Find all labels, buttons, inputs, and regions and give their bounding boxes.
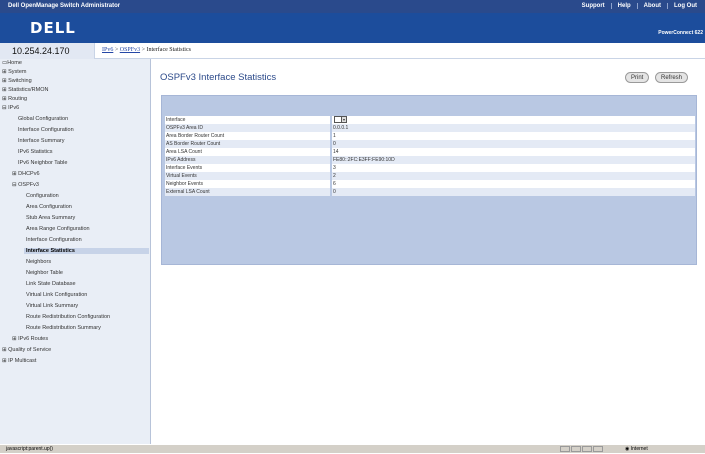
nav-item-link-state-database[interactable]: Link State Database (26, 281, 76, 287)
nav-item-quality-of-service[interactable]: ⊞ Quality of Service (2, 347, 51, 353)
table-row: External LSA Count 0 (165, 188, 695, 196)
nav-item-virtual-link-summary[interactable]: Virtual Link Summary (26, 303, 78, 309)
device-model: PowerConnect 622 (658, 30, 703, 36)
brand-bar: DELL PowerConnect 622 (0, 13, 705, 43)
statistics-panel: Interface ▾ OSPFv3 Area ID 0.0.0.1 Area … (161, 95, 697, 265)
table-row: Interface Events 3 (165, 164, 695, 172)
switch-ip: 10.254.24.170 (12, 46, 70, 56)
chevron-down-icon: ▾ (341, 117, 346, 122)
nav-item-ospf-interface-configuration[interactable]: Interface Configuration (26, 237, 82, 243)
row-label: AS Border Router Count (165, 140, 330, 148)
row-label: Area LSA Count (165, 148, 330, 156)
table-row: AS Border Router Count 0 (165, 140, 695, 148)
support-link[interactable]: Support (576, 3, 611, 9)
row-value: 0.0.0.1 (332, 124, 695, 132)
table-row: Area Border Router Count 1 (165, 132, 695, 140)
nav-item-stub-area-summary[interactable]: Stub Area Summary (26, 215, 75, 221)
app-title: Dell OpenManage Switch Administrator (8, 3, 121, 9)
logout-link[interactable]: Log Out (667, 3, 703, 9)
navigation-tree: ▭Home ⊞ System ⊞ Switching ⊞ Statistics/… (0, 59, 151, 444)
nav-item-neighbors[interactable]: Neighbors (26, 259, 51, 265)
nav-item-ipv6-routes[interactable]: ⊞ IPv6 Routes (12, 336, 48, 342)
row-value: 0 (332, 188, 695, 196)
row-label: IPv6 Address (165, 156, 330, 164)
breadcrumb-ipv6[interactable]: IPv6 (102, 47, 113, 53)
table-row: Neighbor Events 6 (165, 180, 695, 188)
row-value: 3 (332, 164, 695, 172)
nav-item-ipv6-neighbor-table[interactable]: IPv6 Neighbor Table (18, 160, 67, 166)
nav-item-route-redistribution-configuration[interactable]: Route Redistribution Configuration (26, 314, 110, 320)
print-button[interactable]: Print (625, 72, 650, 83)
top-header-bar: Dell OpenManage Switch Administrator Sup… (0, 0, 705, 13)
nav-item-configuration[interactable]: Configuration (26, 193, 59, 199)
nav-item-area-configuration[interactable]: Area Configuration (26, 204, 72, 210)
row-label: Interface Events (165, 164, 330, 172)
row-value: FE80::2FC:E3FF:FE90:10D (332, 156, 695, 164)
nav-item-interface-summary[interactable]: Interface Summary (18, 138, 64, 144)
nav-item-ip-multicast[interactable]: ⊞ IP Multicast (2, 358, 36, 364)
internet-zone: ◉ Internet (625, 446, 648, 452)
nav-item-ipv6-statistics[interactable]: IPv6 Statistics (18, 149, 53, 155)
row-label: Neighbor Events (165, 180, 330, 188)
nav-item-ospfv3[interactable]: ⊟ OSPFv3 (12, 182, 39, 188)
nav-item-switching[interactable]: ⊞ Switching (2, 78, 32, 84)
row-label: Interface (165, 116, 330, 124)
table-row: OSPFv3 Area ID 0.0.0.1 (165, 124, 695, 132)
row-value: ▾ (332, 116, 695, 124)
nav-item-ipv6[interactable]: ⊟ IPv6 (2, 105, 19, 111)
status-message: javascript:parent.up() (6, 446, 53, 452)
row-value: 0 (332, 140, 695, 148)
row-label: OSPFv3 Area ID (165, 124, 330, 132)
row-label: Area Border Router Count (165, 132, 330, 140)
table-row: Virtual Events 2 (165, 172, 695, 180)
nav-item-global-configuration[interactable]: Global Configuration (18, 116, 68, 122)
header-links: Support Help About Log Out (576, 3, 703, 9)
breadcrumb-ospfv3[interactable]: OSPFv3 (120, 47, 140, 53)
row-value: 1 (332, 132, 695, 140)
nav-item-statistics-rmon[interactable]: ⊞ Statistics/RMON (2, 87, 48, 93)
row-label: External LSA Count (165, 188, 330, 196)
nav-item-home[interactable]: ▭Home (2, 60, 22, 66)
browser-status-bar: javascript:parent.up() ◉ Internet (0, 444, 705, 453)
nav-item-interface-statistics[interactable]: Interface Statistics (24, 248, 149, 254)
address-bar: 10.254.24.170 IPv6 > OSPFv3 > Interface … (0, 43, 705, 59)
about-link[interactable]: About (636, 3, 667, 9)
row-value: 14 (332, 148, 695, 156)
main-content: OSPFv3 Interface Statistics Print Refres… (152, 59, 705, 444)
dell-logo: DELL (30, 19, 76, 37)
nav-item-dhcpv6[interactable]: ⊞ DHCPv6 (12, 171, 40, 177)
interface-select[interactable]: ▾ (334, 116, 347, 123)
table-row: Interface ▾ (165, 116, 695, 124)
nav-item-interface-configuration[interactable]: Interface Configuration (18, 127, 74, 133)
row-label: Virtual Events (165, 172, 330, 180)
nav-item-area-range-configuration[interactable]: Area Range Configuration (26, 226, 90, 232)
breadcrumb-current: Interface Statistics (146, 47, 191, 53)
row-value: 6 (332, 180, 695, 188)
nav-item-virtual-link-configuration[interactable]: Virtual Link Configuration (26, 292, 87, 298)
table-row: IPv6 Address FE80::2FC:E3FF:FE90:10D (165, 156, 695, 164)
breadcrumb: IPv6 > OSPFv3 > Interface Statistics (102, 47, 191, 53)
help-link[interactable]: Help (610, 3, 637, 9)
page-title: OSPFv3 Interface Statistics (160, 72, 277, 83)
nav-item-system[interactable]: ⊞ System (2, 69, 26, 75)
nav-item-neighbor-table[interactable]: Neighbor Table (26, 270, 63, 276)
table-row: Area LSA Count 14 (165, 148, 695, 156)
nav-item-routing[interactable]: ⊞ Routing (2, 96, 27, 102)
status-cells (560, 446, 620, 453)
row-value: 2 (332, 172, 695, 180)
refresh-button[interactable]: Refresh (655, 72, 689, 83)
switch-ip-box: 10.254.24.170 (0, 43, 95, 59)
nav-item-route-redistribution-summary[interactable]: Route Redistribution Summary (26, 325, 101, 331)
